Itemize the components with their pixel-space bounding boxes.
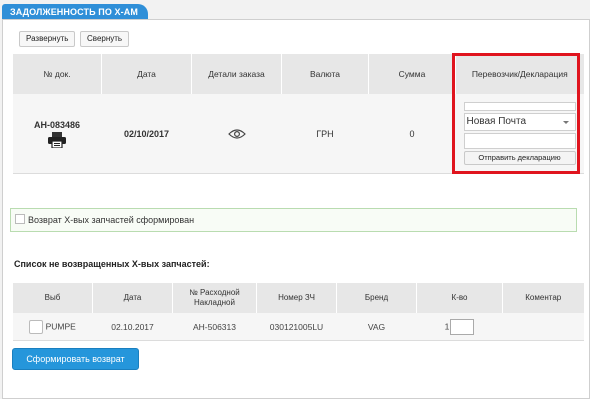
col-brand: Бренд bbox=[336, 283, 417, 313]
sum-cell: 0 bbox=[368, 94, 456, 174]
expand-button[interactable]: Развернуть bbox=[19, 31, 76, 47]
doc-number: АН-083486 bbox=[33, 119, 81, 130]
declaration-top-field[interactable] bbox=[463, 102, 576, 111]
alert-text: Возврат Х-вых запчастей сформирован bbox=[28, 215, 195, 225]
col-doc-no: № док. bbox=[12, 54, 102, 94]
part-no-cell: 030121005LU bbox=[256, 313, 337, 341]
orders-table: № док. Дата Детали заказа Валюта Сумма П… bbox=[12, 54, 584, 174]
col-qty: К-во bbox=[416, 283, 503, 313]
doc-cell: АН-083486 bbox=[12, 94, 102, 174]
ret-date-cell: 02.10.2017 bbox=[92, 313, 173, 341]
col-invoice: № Расходной Накладной bbox=[172, 283, 257, 313]
qty-cell: 1 bbox=[416, 313, 503, 341]
carrier-select-value: Новая Почта bbox=[466, 116, 527, 127]
select-label: PUMPE bbox=[45, 320, 76, 331]
printer-icon[interactable] bbox=[47, 131, 67, 148]
select-cell: PUMPE bbox=[12, 313, 93, 341]
returns-title: Список не возвращенных Х-вых запчастей: bbox=[14, 259, 210, 269]
success-alert: Возврат Х-вых запчастей сформирован bbox=[10, 208, 577, 232]
col-ret-date: Дата bbox=[92, 283, 173, 313]
details-cell bbox=[191, 94, 282, 174]
invoice-cell: АН-506313 bbox=[172, 313, 257, 341]
col-carrier-declaration: Перевозчик/Декларация bbox=[455, 54, 584, 94]
col-part-no: Номер ЗЧ bbox=[256, 283, 337, 313]
checkbox-icon bbox=[15, 214, 25, 224]
tab-title[interactable]: ЗАДОЛЖЕННОСТЬ ПО Х-АМ bbox=[2, 4, 148, 19]
brand-cell: VAG bbox=[336, 313, 417, 341]
select-checkbox[interactable] bbox=[29, 319, 44, 334]
declaration-cell: Новая Почта Отправить декларацию bbox=[455, 94, 584, 174]
chevron-down-icon bbox=[562, 121, 569, 124]
qty-value: 1 bbox=[444, 320, 450, 331]
col-select: Выб bbox=[12, 283, 93, 313]
comment-cell bbox=[502, 313, 584, 341]
returns-header-row: Выб Дата № Расходной Накладной Номер ЗЧ … bbox=[12, 283, 584, 313]
eye-icon[interactable] bbox=[227, 128, 246, 139]
send-declaration-button[interactable]: Отправить декларацию bbox=[463, 151, 576, 165]
order-date: 02/10/2017 bbox=[123, 128, 170, 139]
col-date: Дата bbox=[101, 54, 192, 94]
table-row: АН-083486 02/10/2017 ГРН 0 Новая Почта О… bbox=[12, 94, 584, 174]
currency-cell: ГРН bbox=[281, 94, 369, 174]
qty-input[interactable] bbox=[450, 318, 475, 335]
declaration-number-input[interactable] bbox=[463, 133, 576, 149]
collapse-button[interactable]: Свернуть bbox=[80, 31, 130, 47]
date-cell: 02/10/2017 bbox=[101, 94, 192, 174]
create-return-button[interactable]: Сформировать возврат bbox=[12, 348, 139, 370]
col-comment: Коментар bbox=[502, 283, 584, 313]
col-details: Детали заказа bbox=[191, 54, 282, 94]
returns-table: Выб Дата № Расходной Накладной Номер ЗЧ … bbox=[12, 283, 584, 341]
orders-header-row: № док. Дата Детали заказа Валюта Сумма П… bbox=[12, 54, 584, 94]
table-row: PUMPE 02.10.2017 АН-506313 030121005LU V… bbox=[12, 313, 584, 341]
col-sum: Сумма bbox=[368, 54, 456, 94]
carrier-select[interactable]: Новая Почта bbox=[463, 113, 576, 131]
col-currency: Валюта bbox=[281, 54, 369, 94]
